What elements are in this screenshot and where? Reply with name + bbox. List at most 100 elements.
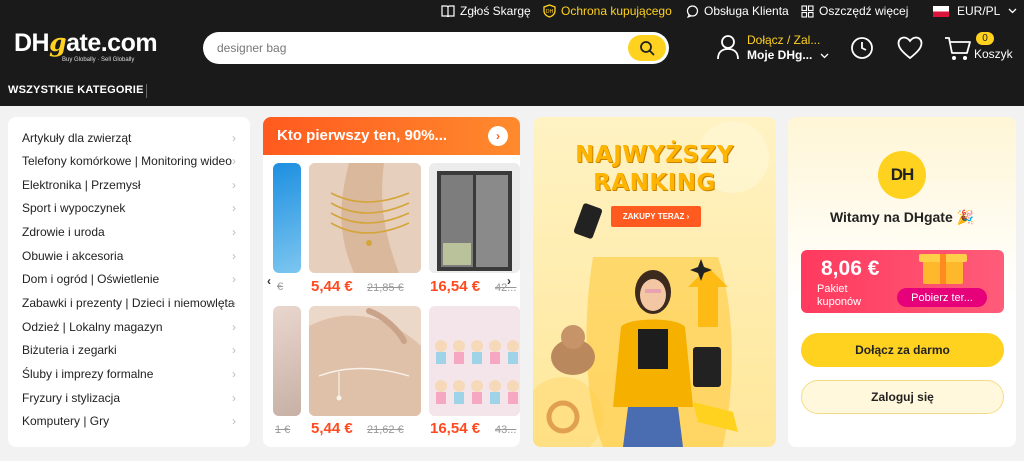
search-input[interactable] xyxy=(217,40,597,56)
account-menu[interactable]: Dołącz / Zal... Moje DHg... xyxy=(717,32,829,64)
chevron-right-icon: › xyxy=(232,296,236,310)
welcome-greeting: Witamy na DHgate 🎉 xyxy=(829,209,975,225)
search-icon xyxy=(640,41,655,56)
get-coupon-button[interactable]: Pobierz ter... xyxy=(897,288,987,307)
product-price: 16,54 € xyxy=(430,278,481,295)
main-header: DHgate.com Buy Globally · Sell Globally … xyxy=(0,22,1024,74)
coupon-label: Pakiet kuponów xyxy=(817,283,862,308)
search-bar xyxy=(203,32,669,64)
locale-currency-selector[interactable]: EUR/PL xyxy=(933,0,1024,22)
buyer-protection-link[interactable]: DH Ochrona kupującego xyxy=(542,0,672,22)
category-item[interactable]: Obuwie i akcesoria › xyxy=(22,245,244,267)
category-item[interactable]: Zdrowie i uroda › xyxy=(22,221,244,243)
category-item[interactable]: Fryzury i stylizacja › xyxy=(22,387,244,409)
search-button[interactable] xyxy=(628,35,666,61)
door-image xyxy=(429,163,520,273)
category-item[interactable]: Odzież | Lokalny magazyn › xyxy=(22,316,244,338)
carousel-next-button[interactable]: › xyxy=(507,274,511,288)
cart-button[interactable]: 0 Koszyk xyxy=(944,32,1016,66)
category-item[interactable]: Dom i ogród | Oświetlenie › xyxy=(22,268,244,290)
promo-title-line1: NAJWYŻSZY xyxy=(575,142,734,168)
product-image[interactable] xyxy=(273,163,301,273)
shield-icon: DH xyxy=(542,4,556,18)
shop-now-button[interactable]: ZAKUPY TERAZ › xyxy=(611,206,701,227)
category-item[interactable]: Komputery | Gry › xyxy=(22,410,244,432)
chevron-right-icon: › xyxy=(507,274,511,288)
product-image[interactable] xyxy=(429,306,520,416)
category-item[interactable]: Śluby i imprezy formalne › xyxy=(22,363,244,385)
poland-flag-icon xyxy=(933,4,949,18)
chevron-right-icon: › xyxy=(232,154,236,168)
history-button[interactable] xyxy=(849,35,875,61)
dhgate-logo[interactable]: DHgate.com Buy Globally · Sell Globally xyxy=(14,28,164,68)
all-categories-button[interactable]: WSZYSTKIE KATEGORIE xyxy=(8,84,144,96)
user-icon xyxy=(717,35,739,60)
buyer-protection-label: Ochrona kupującego xyxy=(561,4,672,18)
product-image[interactable] xyxy=(273,306,301,416)
history-icon xyxy=(851,37,873,59)
chevron-right-icon: › xyxy=(232,414,236,428)
flash-deals-title: Kto pierwszy ten, 90%... xyxy=(277,127,448,144)
old-price: 21,62 € xyxy=(367,424,404,436)
flash-deals-panel: Kto pierwszy ten, 90%... › € 1 € 5,44 € … xyxy=(263,117,520,447)
chain-image xyxy=(309,306,421,416)
category-item[interactable]: Biżuteria i zegarki › xyxy=(22,339,244,361)
report-label: Zgłoś Skargę xyxy=(460,4,531,18)
chevron-right-icon: › xyxy=(232,131,236,145)
category-item[interactable]: Elektronika | Przemysł › xyxy=(22,174,244,196)
category-item[interactable]: Zabawki i prezenty | Dzieci i niemowlęta… xyxy=(22,292,244,314)
anklet-image xyxy=(309,163,421,273)
chevron-down-icon xyxy=(820,53,829,59)
chevron-right-icon: › xyxy=(232,249,236,263)
top-ranking-banner[interactable]: NAJWYŻSZY RANKING ZAKUPY TERAZ › xyxy=(533,117,776,447)
save-more-label: Oszczędź więcej xyxy=(819,4,909,18)
support-link[interactable]: Obsługa Klienta xyxy=(685,0,789,22)
chevron-right-icon: › xyxy=(232,367,236,381)
cart-count-badge: 0 xyxy=(976,32,994,45)
flash-deals-header[interactable]: Kto pierwszy ten, 90%... › xyxy=(263,117,520,155)
join-free-button[interactable]: Dołącz za darmo xyxy=(801,333,1004,367)
chevron-right-icon: › xyxy=(232,320,236,334)
dh-badge-logo: DH xyxy=(878,151,926,199)
account-signin-label: Dołącz / Zal... xyxy=(747,33,821,47)
book-icon xyxy=(441,4,455,18)
grid-icon xyxy=(800,4,814,18)
category-item[interactable]: Sport i wypoczynek › xyxy=(22,197,244,219)
chat-icon xyxy=(685,4,699,18)
category-bar: WSZYSTKIE KATEGORIE xyxy=(0,74,1024,106)
old-price: 21,85 € xyxy=(367,282,404,294)
product-image[interactable] xyxy=(429,163,520,273)
account-my-dhgate-label: Moje DHg... xyxy=(747,48,829,62)
old-price: 1 € xyxy=(275,424,291,436)
coupon-banner[interactable]: 8,06 € Pakiet kuponów Pobierz ter... xyxy=(801,250,1004,313)
category-sidebar: Artykuły dla zwierząt › Telefony komórkow… xyxy=(8,117,250,447)
sign-in-button[interactable]: Zaloguj się xyxy=(801,380,1004,414)
save-more-link[interactable]: Oszczędź więcej xyxy=(800,0,908,22)
category-item[interactable]: Telefony komórkowe | Monitoring wideo › xyxy=(22,150,244,172)
currency-locale-label: EUR/PL xyxy=(957,4,1001,18)
cart-label: Koszyk xyxy=(974,47,1013,61)
report-link[interactable]: Zgłoś Skargę xyxy=(441,0,531,22)
chevron-down-icon xyxy=(1005,4,1019,18)
old-price: 42... xyxy=(495,282,517,294)
chevron-left-icon: ‹ xyxy=(267,274,271,288)
carousel-prev-button[interactable]: ‹ xyxy=(267,274,271,288)
welcome-card: DH Witamy na DHgate 🎉 8,06 € Pakiet kupo… xyxy=(788,117,1016,447)
product-price: 5,44 € xyxy=(311,420,353,437)
promo-title-line2: RANKING xyxy=(593,170,716,196)
heart-icon xyxy=(897,36,923,60)
chevron-right-icon: › xyxy=(496,129,500,143)
chevron-right-icon: › xyxy=(232,343,236,357)
figurines-image xyxy=(429,306,520,416)
chevron-right-icon: › xyxy=(232,272,236,286)
product-image[interactable] xyxy=(309,306,421,416)
svg-text:DH: DH xyxy=(545,9,553,15)
wishlist-button[interactable] xyxy=(897,35,923,61)
chevron-right-icon: › xyxy=(232,178,236,192)
product-image[interactable] xyxy=(309,163,421,273)
chevron-right-icon: › xyxy=(232,225,236,239)
cart-icon xyxy=(945,37,971,60)
divider xyxy=(146,84,147,98)
flash-deals-more-button[interactable]: › xyxy=(488,126,508,146)
category-item[interactable]: Artykuły dla zwierząt › xyxy=(22,127,244,149)
